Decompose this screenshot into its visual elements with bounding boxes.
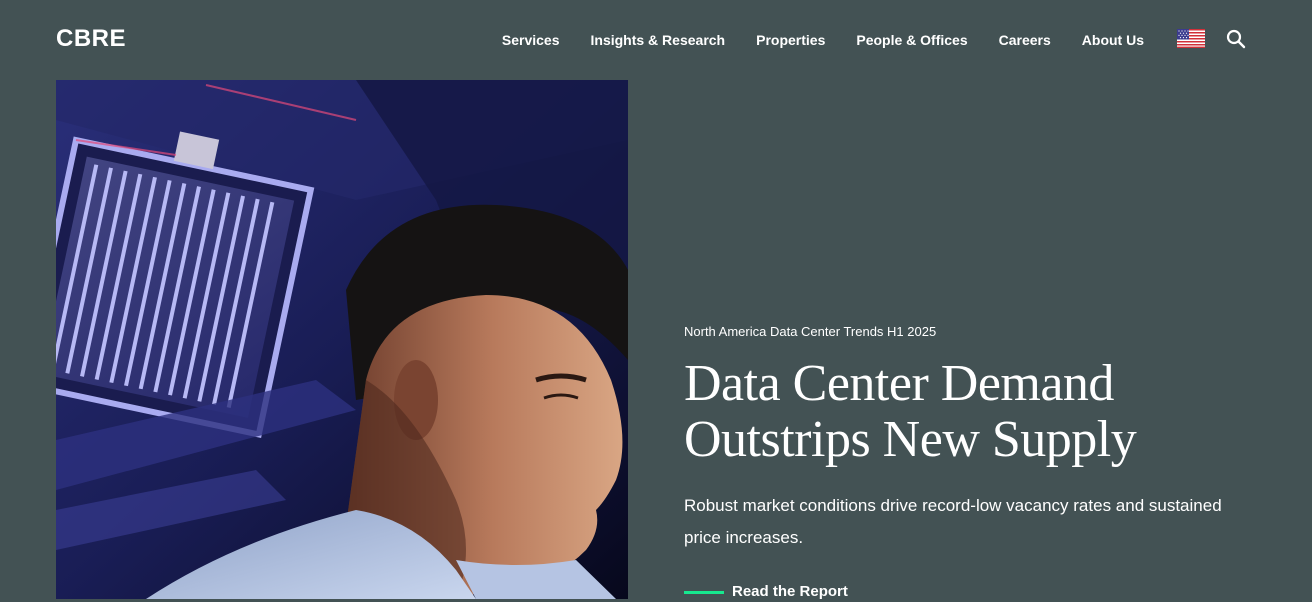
- hero-headline-line1: Data Center Demand: [684, 355, 1114, 412]
- cbre-logo[interactable]: CBRE: [56, 26, 126, 52]
- hero-subcopy: Robust market conditions drive record-lo…: [684, 496, 1222, 547]
- nav-item-about-us[interactable]: About Us: [1082, 30, 1144, 50]
- nav-item-services[interactable]: Services: [502, 30, 560, 50]
- nav-item-careers[interactable]: Careers: [999, 30, 1051, 50]
- hero-eyebrow: North America Data Center Trends H1 2025: [684, 324, 937, 339]
- us-flag-icon[interactable]: [1177, 29, 1205, 48]
- nav-item-properties[interactable]: Properties: [756, 30, 825, 50]
- read-report-link[interactable]: Read the Report: [684, 582, 848, 602]
- hero-text-block: North America Data Center Trends H1 2025…: [684, 322, 1264, 554]
- hero-image: [56, 80, 628, 599]
- hero-headline-line2: Outstrips New Supply: [684, 411, 1137, 468]
- cta-accent-line: [684, 590, 724, 594]
- read-report-label: Read the Report: [732, 583, 848, 600]
- hero-headline: Data Center Demand Outstrips New Supply: [684, 356, 1264, 468]
- nav-item-people-offices[interactable]: People & Offices: [856, 30, 967, 50]
- search-icon[interactable]: [1226, 29, 1246, 49]
- main-nav: Services Insights & Research Properties …: [471, 30, 1144, 50]
- hero-photo-illustration: [56, 80, 628, 599]
- site-header: CBRE Services Insights & Research Proper…: [0, 0, 1312, 80]
- nav-item-insights-research[interactable]: Insights & Research: [591, 30, 726, 50]
